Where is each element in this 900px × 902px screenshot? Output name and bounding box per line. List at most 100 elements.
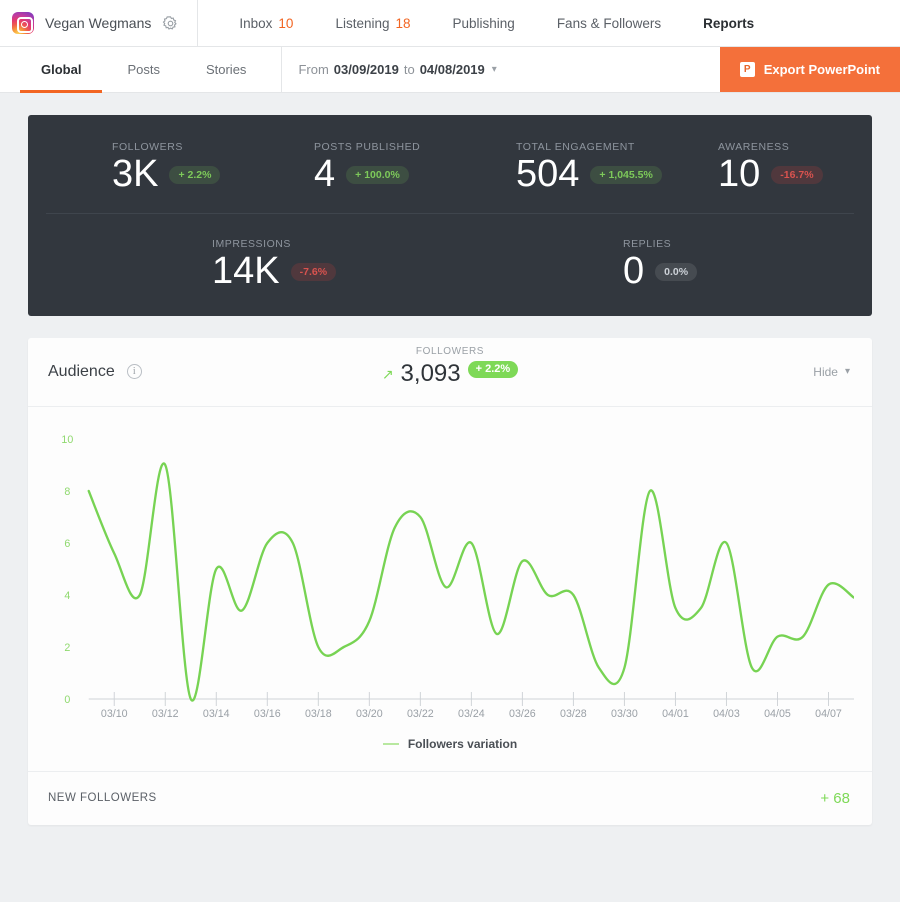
chevron-down-icon: ▾ [844, 366, 850, 378]
followers-variation-line [87, 462, 854, 702]
audience-kpi: FOLLOWERS ↗ 3,093 + 2.2% [28, 346, 872, 388]
x-axis-tick: 03/10 [101, 708, 128, 720]
stat-total-engagement: TOTAL ENGAGEMENT 504 + 1,045.5% [450, 141, 662, 195]
y-axis-tick: 2 [64, 642, 70, 654]
x-axis-tick: 03/28 [560, 708, 587, 720]
kpi-value: 3,093 [400, 359, 461, 387]
stat-label: FOLLOWERS [112, 141, 183, 153]
instagram-icon [12, 12, 34, 34]
stat-value: 10 [718, 153, 761, 195]
kpi-delta-badge: + 2.2% [467, 360, 519, 378]
stat-delta-badge: + 100.0% [346, 165, 409, 185]
stat-impressions: IMPRESSIONS 14K -7.6% [46, 238, 450, 292]
nav-tab-listening[interactable]: Listening 18 [314, 0, 431, 46]
stat-awareness: AWARENESS 10 -16.7% [652, 141, 854, 195]
stat-delta-badge: 0.0% [655, 262, 698, 282]
date-range-picker[interactable]: From 03/09/2019 to 04/08/2019 ▾ [281, 47, 512, 92]
audience-card-header: Audience i FOLLOWERS ↗ 3,093 + 2.2% Hide… [28, 338, 872, 407]
sub-navigation-bar: Global Posts Stories From 03/09/2019 to … [0, 47, 900, 93]
top-navigation-bar: Vegan Wegmans Inbox 10 Listening 18 Publ… [0, 0, 900, 47]
export-powerpoint-label: Export PowerPoint [763, 62, 880, 77]
hide-label: Hide [813, 364, 838, 379]
page-title: Audience [48, 362, 115, 380]
x-axis-tick: 03/14 [203, 708, 230, 720]
y-axis-tick: 0 [64, 694, 70, 706]
stat-label: TOTAL ENGAGEMENT [516, 141, 635, 153]
x-axis-tick: 03/12 [152, 708, 179, 720]
summary-panel: FOLLOWERS 3K + 2.2% POSTS PUBLISHED 4 + … [28, 115, 872, 316]
sub-tab-stories[interactable]: Stories [183, 47, 269, 92]
followers-line-chart-svg: 0246810 03/10 03/12 03/14 03/16 03/18 03/20 03… [61, 434, 854, 720]
x-axis-tick: 03/22 [407, 708, 434, 720]
x-axis-tick: 04/07 [815, 708, 842, 720]
stat-value: 4 [314, 153, 336, 195]
main-tabs: Inbox 10 Listening 18 Publishing Fans & … [198, 0, 775, 46]
brand-block[interactable]: Vegan Wegmans [0, 0, 199, 46]
followers-chart: 0 2 4 6 8 10 03/10 03/12 03/14 03/16 03/18 03/20 03… [28, 407, 872, 771]
nav-tab-inbox[interactable]: Inbox 10 [218, 0, 314, 46]
info-icon[interactable]: i [126, 364, 142, 380]
powerpoint-icon: P [739, 62, 755, 77]
sub-tab-label: Stories [205, 62, 247, 77]
export-powerpoint-button[interactable]: P Export PowerPoint [719, 47, 900, 92]
gear-icon[interactable] [162, 15, 179, 32]
sub-tab-global[interactable]: Global [18, 47, 104, 93]
x-axis-tick-labels: 03/10 03/12 03/14 03/16 03/18 03/20 03/22 03/24… [101, 691, 842, 720]
nav-tab-fans-followers[interactable]: Fans & Followers [536, 0, 682, 46]
stat-delta-badge: -16.7% [771, 165, 823, 185]
nav-tab-publishing[interactable]: Publishing [432, 0, 536, 46]
x-axis-tick: 03/26 [509, 708, 536, 720]
new-followers-row: NEW FOLLOWERS + 68 [28, 770, 872, 825]
nav-tab-label: Publishing [452, 15, 515, 31]
x-axis-tick: 04/05 [764, 708, 791, 720]
brand-name: Vegan Wegmans [45, 15, 152, 31]
y-axis-tick: 8 [64, 486, 70, 498]
sub-tab-label: Global [41, 62, 82, 77]
x-axis-tick: 03/30 [611, 708, 638, 720]
date-range-middle: to [403, 62, 415, 77]
stat-delta-badge: -7.6% [290, 262, 337, 282]
sub-tab-label: Posts [127, 62, 160, 77]
x-axis-tick: 03/16 [254, 708, 281, 720]
x-axis-tick: 03/24 [458, 708, 485, 720]
y-axis-tick: 6 [64, 538, 70, 550]
date-range-prefix: From [298, 62, 329, 77]
arrow-up-icon: ↗ [381, 365, 394, 382]
nav-tab-label: Reports [703, 15, 755, 31]
page-content: FOLLOWERS 3K + 2.2% POSTS PUBLISHED 4 + … [0, 93, 900, 825]
nav-tab-reports[interactable]: Reports [682, 0, 775, 46]
x-axis-tick: 03/20 [356, 708, 383, 720]
new-followers-label: NEW FOLLOWERS [48, 792, 157, 805]
x-axis-tick: 03/18 [305, 708, 332, 720]
stat-value: 14K [212, 249, 280, 292]
stat-value: 0 [623, 249, 645, 292]
date-range-end: 04/08/2019 [419, 62, 485, 77]
sub-tab-posts[interactable]: Posts [104, 47, 183, 92]
y-axis-tick: 4 [64, 590, 70, 602]
audience-card: Audience i FOLLOWERS ↗ 3,093 + 2.2% Hide… [28, 337, 872, 825]
stat-followers: FOLLOWERS 3K + 2.2% [46, 141, 248, 195]
report-tabs: Global Posts Stories [0, 47, 269, 93]
nav-tab-label: Listening [335, 15, 390, 31]
stat-label: REPLIES [623, 237, 672, 250]
x-axis-tick: 04/01 [662, 708, 689, 720]
stat-replies: REPLIES 0 0.0% [450, 238, 854, 292]
legend-swatch [382, 742, 399, 745]
summary-row-top: FOLLOWERS 3K + 2.2% POSTS PUBLISHED 4 + … [46, 141, 854, 195]
new-followers-value: + 68 [820, 789, 850, 807]
stat-delta-badge: + 2.2% [169, 165, 221, 185]
stat-label: POSTS PUBLISHED [314, 141, 421, 153]
nav-tab-count: 10 [278, 15, 294, 31]
x-axis-tick: 04/03 [713, 708, 740, 720]
hide-toggle[interactable]: Hide ▾ [813, 365, 850, 379]
stat-value: 3K [112, 153, 159, 195]
legend-label: Followers variation [407, 736, 518, 751]
nav-tab-count: 18 [395, 15, 411, 31]
kpi-label: FOLLOWERS [415, 345, 485, 357]
stat-posts-published: POSTS PUBLISHED 4 + 100.0% [248, 141, 450, 195]
nav-tab-label: Fans & Followers [556, 15, 662, 31]
y-axis-tick: 10 [61, 434, 73, 446]
chevron-down-icon: ▾ [491, 64, 497, 75]
stat-label: IMPRESSIONS [212, 237, 291, 250]
stat-value: 504 [516, 153, 580, 195]
